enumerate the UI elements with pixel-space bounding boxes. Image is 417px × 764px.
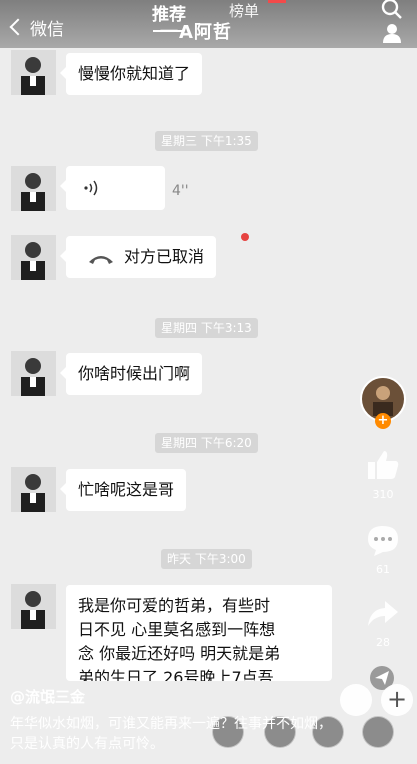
like-button[interactable]: 310	[358, 448, 408, 501]
message-line: 念 你最近还好吗 明天就是弟	[78, 644, 281, 663]
search-icon[interactable]	[381, 0, 403, 20]
unread-dot	[241, 233, 249, 241]
avatar[interactable]	[11, 467, 56, 512]
message-bubble: 忙啥呢这是哥	[59, 469, 187, 511]
message-line: 日不见 心里莫名感到一阵想	[78, 620, 276, 639]
avatar-portrait-icon	[11, 467, 56, 512]
author-handle[interactable]: @流氓三金	[10, 686, 85, 707]
message-bubble: 你啥时候出门啊	[59, 353, 203, 395]
voice-message-bubble[interactable]	[60, 166, 165, 210]
avatar-portrait-icon	[11, 584, 56, 629]
voice-wave-icon	[84, 180, 98, 196]
share-button[interactable]: 28	[358, 598, 408, 649]
message-line: 我是你可爱的哲弟，有些时	[78, 596, 271, 615]
timestamp: 星期四 下午6:20	[155, 433, 258, 453]
back-label: 微信	[30, 19, 64, 40]
timestamp: 星期四 下午3:13	[155, 318, 258, 338]
avatar[interactable]	[11, 235, 56, 280]
avatar-portrait-icon	[11, 351, 56, 396]
call-status-text: 对方已取消	[124, 247, 205, 266]
avatar-portrait-icon	[11, 235, 56, 280]
dock-more-button[interactable]	[362, 716, 394, 748]
message-bubble: 慢慢你就知道了	[59, 53, 203, 95]
add-plus-icon[interactable]: +	[381, 684, 413, 716]
long-message-bubble: 我是你可爱的哲弟，有些时 日不见 心里莫名感到一阵想 念 你最近还好吗 明天就是…	[66, 585, 332, 681]
person-icon[interactable]	[381, 22, 403, 44]
timestamp: 昨天 下午3:00	[161, 549, 252, 569]
thumbs-up-icon	[368, 451, 399, 479]
contact-name-dash	[153, 30, 183, 32]
tab-rank[interactable]: 榜单	[229, 0, 259, 21]
call-cancelled-bubble[interactable]: 对方已取消	[59, 236, 217, 278]
phone-icon	[89, 256, 113, 264]
follow-plus-icon[interactable]: +	[375, 413, 391, 429]
back-button[interactable]: 微信	[8, 14, 70, 40]
like-count: 310	[372, 488, 394, 501]
avatar-portrait-icon	[11, 50, 56, 95]
header-bar: 微信 推荐 榜单 一A阿哲	[0, 0, 417, 48]
timestamp: 星期三 下午1:35	[155, 131, 258, 151]
screen: 微信 推荐 榜单 一A阿哲 慢慢你就知道了 星期三 下午1:35 4'' 对方已…	[0, 0, 417, 764]
video-caption: 年华似水如烟，可谁又能再来一遍？往事并不如烟，只是认真的人有点可怜。	[10, 716, 332, 752]
comment-button[interactable]: 61	[358, 523, 408, 576]
creator-avatar-follow[interactable]: +	[358, 375, 408, 431]
avatar[interactable]	[11, 166, 56, 211]
avatar[interactable]	[11, 584, 56, 629]
back-chevron-icon	[9, 18, 27, 36]
avatar-portrait-icon	[11, 166, 56, 211]
share-arrow-icon	[368, 601, 398, 626]
share-count: 28	[376, 636, 390, 649]
voice-duration: 4''	[172, 183, 189, 199]
comment-count: 61	[376, 563, 390, 576]
avatar[interactable]	[11, 50, 56, 95]
tab-indicator	[268, 0, 286, 3]
emoji-icon[interactable]	[340, 684, 372, 716]
comment-bubble-icon	[368, 526, 398, 556]
avatar[interactable]	[11, 351, 56, 396]
message-line: 弟的生日了 26号晚上7点吾	[78, 668, 274, 681]
